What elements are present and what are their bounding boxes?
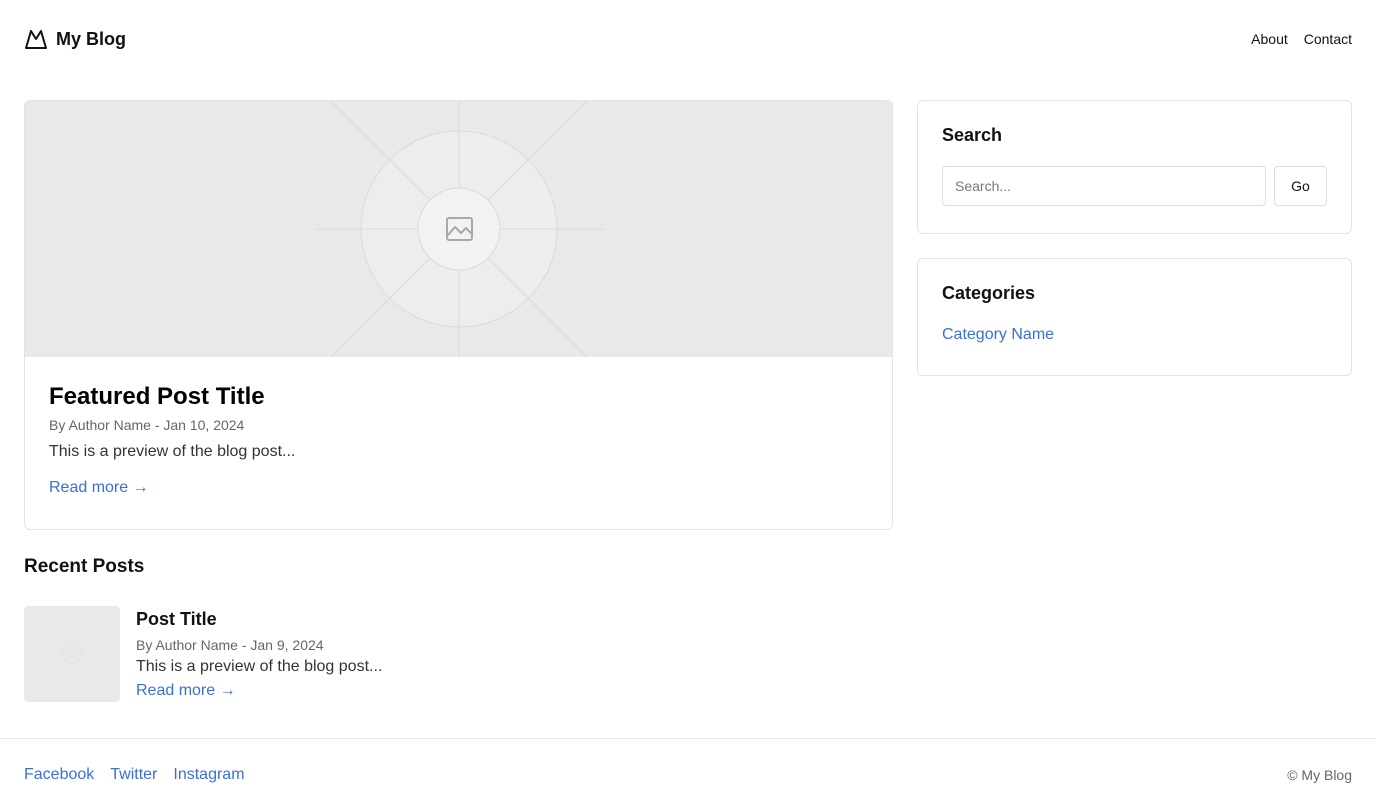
- recent-post-item: Post Title By Author Name - Jan 9, 2024 …: [24, 606, 382, 702]
- featured-read-more-link[interactable]: Read more →: [49, 479, 149, 497]
- recent-posts-heading: Recent Posts: [24, 556, 145, 577]
- search-go-button[interactable]: Go: [1274, 166, 1327, 206]
- category-link[interactable]: Category Name: [942, 326, 1327, 344]
- twitter-link[interactable]: Twitter: [110, 766, 157, 784]
- search-input[interactable]: [942, 166, 1266, 206]
- featured-post-excerpt: This is a preview of the blog post...: [49, 443, 296, 460]
- mountain-logo-icon: [24, 28, 48, 50]
- facebook-link[interactable]: Facebook: [24, 766, 94, 784]
- site-header: My Blog About Contact: [24, 24, 1352, 54]
- post-thumbnail[interactable]: [24, 606, 120, 702]
- recent-post-info: Post Title By Author Name - Jan 9, 2024 …: [136, 606, 382, 702]
- social-links: Facebook Twitter Instagram: [24, 766, 245, 784]
- categories-widget: Categories Category Name: [917, 258, 1352, 376]
- search-widget: Search Go: [917, 100, 1352, 234]
- nav-about-link[interactable]: About: [1251, 31, 1288, 47]
- recent-post-excerpt: This is a preview of the blog post...: [136, 658, 383, 675]
- brand-name: My Blog: [56, 28, 126, 49]
- copyright-text: © My Blog: [1287, 767, 1352, 783]
- search-row: Go: [942, 166, 1327, 206]
- thumbnail-placeholder-icon: [61, 643, 83, 665]
- recent-post-meta: By Author Name - Jan 9, 2024: [136, 637, 324, 653]
- featured-post-body: Featured Post Title By Author Name - Jan…: [25, 357, 892, 497]
- recent-post-title[interactable]: Post Title: [136, 609, 382, 630]
- main-nav: About Contact: [1251, 31, 1352, 47]
- nav-contact-link[interactable]: Contact: [1304, 31, 1352, 47]
- instagram-link[interactable]: Instagram: [173, 766, 244, 784]
- featured-post-meta: By Author Name - Jan 10, 2024: [49, 417, 245, 433]
- search-widget-title: Search: [942, 125, 1003, 145]
- brand[interactable]: My Blog: [24, 28, 126, 50]
- categories-widget-title: Categories: [942, 283, 1036, 303]
- featured-post-title[interactable]: Featured Post Title: [49, 382, 868, 412]
- featured-image-placeholder: [25, 101, 892, 357]
- featured-post-card: Featured Post Title By Author Name - Jan…: [24, 100, 893, 530]
- image-placeholder-graphic: [315, 101, 605, 357]
- site-footer: Facebook Twitter Instagram © My Blog: [0, 738, 1376, 811]
- recent-post-read-more-link[interactable]: Read more →: [136, 682, 236, 700]
